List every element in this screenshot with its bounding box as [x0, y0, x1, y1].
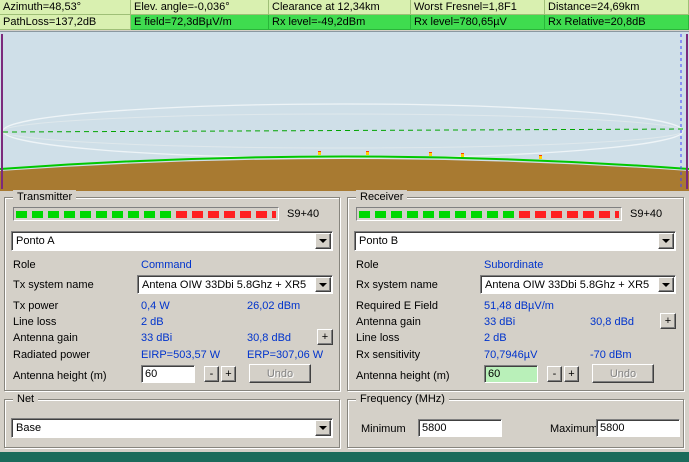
- rx-system-label: Rx system name: [356, 279, 438, 291]
- tx-undo-button[interactable]: Undo: [249, 364, 311, 383]
- tx-height-decrease-button[interactable]: -: [204, 366, 219, 382]
- rx-meter-green-dashes: [359, 211, 519, 218]
- tx-system-value: Antena OIW 33Dbi 5.8Ghz + XR5: [142, 278, 307, 291]
- tx-role-label: Role: [13, 259, 36, 271]
- rx-role-value: Subordinate: [484, 259, 544, 271]
- frequency-panel: Frequency (MHz) Minimum Maximum: [347, 392, 684, 448]
- tx-antenna-height-input[interactable]: [141, 365, 195, 383]
- rx-system-select[interactable]: Antena OIW 33Dbi 5.8Ghz + XR5: [480, 275, 676, 294]
- fresnel-zone-inner: [2, 113, 684, 149]
- tx-antenna-gain-dbd: 30,8 dBd: [247, 332, 292, 344]
- tx-antenna-gain-dbi: 33 dBi: [141, 332, 173, 344]
- rx-system-value: Antena OIW 33Dbi 5.8Ghz + XR5: [485, 278, 650, 291]
- rx-station-dropdown-arrow-icon[interactable]: [658, 233, 674, 249]
- rx-sensitivity-label: Rx sensitivity: [356, 349, 421, 361]
- chevron-down-icon: [662, 239, 670, 243]
- tx-antenna-gain-label: Antenna gain: [13, 332, 78, 344]
- tx-role-value: Command: [141, 259, 192, 271]
- status-clearance: Clearance at 12,34km: [269, 0, 411, 15]
- status-rx-level-dbm: Rx level=-49,2dBm: [269, 15, 411, 30]
- tx-station-value: Ponto A: [16, 235, 55, 247]
- net-select[interactable]: Base: [11, 418, 333, 438]
- receiver-panel: Receiver S9+40 Ponto B Role Subordinate …: [347, 190, 684, 391]
- receiver-panel-title: Receiver: [356, 190, 408, 204]
- tx-erp-value: ERP=307,06 W: [247, 349, 324, 361]
- tx-antenna-height-label: Antenna height (m): [13, 370, 107, 382]
- tx-signal-meter: [13, 207, 279, 221]
- status-distance: Distance=24,69km: [545, 0, 689, 15]
- tx-power-watts: 0,4 W: [141, 300, 170, 312]
- rx-station-select[interactable]: Ponto B: [354, 231, 676, 251]
- tx-height-increase-button[interactable]: +: [221, 366, 236, 382]
- status-rx-relative: Rx Relative=20,8dB: [545, 15, 689, 30]
- frequency-max-input[interactable]: [596, 419, 680, 437]
- net-panel: Net Base: [4, 392, 340, 448]
- chevron-down-icon: [319, 239, 327, 243]
- rx-system-dropdown-arrow-icon[interactable]: [658, 277, 674, 292]
- link-status-row-1: Azimuth=48,53° Elev. angle=-0,036° Clear…: [0, 0, 689, 15]
- net-select-value: Base: [16, 422, 42, 434]
- link-status-row-2: PathLoss=137,2dB E field=72,3dBµV/m Rx l…: [0, 15, 689, 30]
- tx-station-dropdown-arrow-icon[interactable]: [315, 233, 331, 249]
- tx-eirp-value: EIRP=503,57 W: [141, 349, 221, 361]
- tx-radiated-power-label: Radiated power: [13, 349, 91, 361]
- tx-system-select[interactable]: Antena OIW 33Dbi 5.8Ghz + XR5: [137, 275, 333, 294]
- tx-station-select[interactable]: Ponto A: [11, 231, 333, 251]
- tx-power-label: Tx power: [13, 300, 59, 312]
- rx-meter-red-dashes: [519, 211, 619, 218]
- status-pathloss: PathLoss=137,2dB: [0, 15, 131, 30]
- rx-antenna-height-label: Antenna height (m): [356, 370, 450, 382]
- frequency-max-label: Maximum: [550, 423, 598, 435]
- tx-smeter-reading: S9+40: [287, 208, 320, 220]
- fresnel-zone-outer: [2, 103, 684, 159]
- tx-line-loss-label: Line loss: [13, 316, 57, 328]
- rx-antenna-gain-label: Antenna gain: [356, 316, 421, 328]
- chevron-down-icon: [662, 282, 670, 287]
- transmitter-panel-title: Transmitter: [13, 190, 77, 204]
- frequency-panel-title: Frequency (MHz): [356, 392, 449, 406]
- tx-system-label: Tx system name: [13, 279, 94, 291]
- rx-undo-button[interactable]: Undo: [592, 364, 654, 383]
- status-azimuth: Azimuth=48,53°: [0, 0, 131, 15]
- bottom-bar: [0, 452, 689, 462]
- transmitter-panel: Transmitter S9+40 Ponto A Role Command T…: [4, 190, 340, 391]
- line-of-sight: [2, 128, 686, 133]
- net-dropdown-arrow-icon[interactable]: [315, 420, 331, 436]
- rx-sensitivity-uv: 70,7946µV: [484, 349, 538, 361]
- rx-antenna-height-input[interactable]: [484, 365, 538, 383]
- rx-antenna-gain-dbd: 30,8 dBd: [590, 316, 635, 328]
- rx-role-label: Role: [356, 259, 379, 271]
- tx-power-dbm: 26,02 dBm: [247, 300, 301, 312]
- tx-system-dropdown-arrow-icon[interactable]: [315, 277, 331, 292]
- status-rx-level-uv: Rx level=780,65µV: [411, 15, 545, 30]
- frequency-min-label: Minimum: [361, 423, 406, 435]
- status-elev-angle: Elev. angle=-0,036°: [131, 0, 269, 15]
- tx-line-loss-value: 2 dB: [141, 316, 164, 328]
- radio-link-window: Azimuth=48,53° Elev. angle=-0,036° Clear…: [0, 0, 689, 462]
- terrain-fill: [0, 159, 689, 191]
- rx-station-value: Ponto B: [359, 235, 399, 247]
- rx-height-increase-button[interactable]: +: [564, 366, 579, 382]
- terrain-profile-svg: [0, 34, 689, 191]
- rx-required-efield-value: 51,48 dBµV/m: [484, 300, 554, 312]
- tx-antenna-gain-plus-button[interactable]: +: [317, 329, 333, 345]
- frequency-min-input[interactable]: [418, 419, 502, 437]
- rx-required-efield-label: Required E Field: [356, 300, 438, 312]
- rx-signal-meter: [356, 207, 622, 221]
- tx-meter-green-dashes: [16, 211, 176, 218]
- chevron-down-icon: [319, 426, 327, 430]
- rx-antenna-gain-plus-button[interactable]: +: [660, 313, 676, 329]
- rx-sensitivity-dbm: -70 dBm: [590, 349, 632, 361]
- status-worst-fresnel: Worst Fresnel=1,8F1: [411, 0, 545, 15]
- net-panel-title: Net: [13, 392, 39, 406]
- rx-line-loss-value: 2 dB: [484, 332, 507, 344]
- rx-antenna-gain-dbi: 33 dBi: [484, 316, 516, 328]
- status-efield: E field=72,3dBµV/m: [131, 15, 269, 30]
- rx-line-loss-label: Line loss: [356, 332, 400, 344]
- rx-height-decrease-button[interactable]: -: [547, 366, 562, 382]
- rx-smeter-reading: S9+40: [630, 208, 663, 220]
- tx-meter-red-dashes: [176, 211, 276, 218]
- chevron-down-icon: [319, 282, 327, 287]
- profile-chart: [0, 31, 689, 191]
